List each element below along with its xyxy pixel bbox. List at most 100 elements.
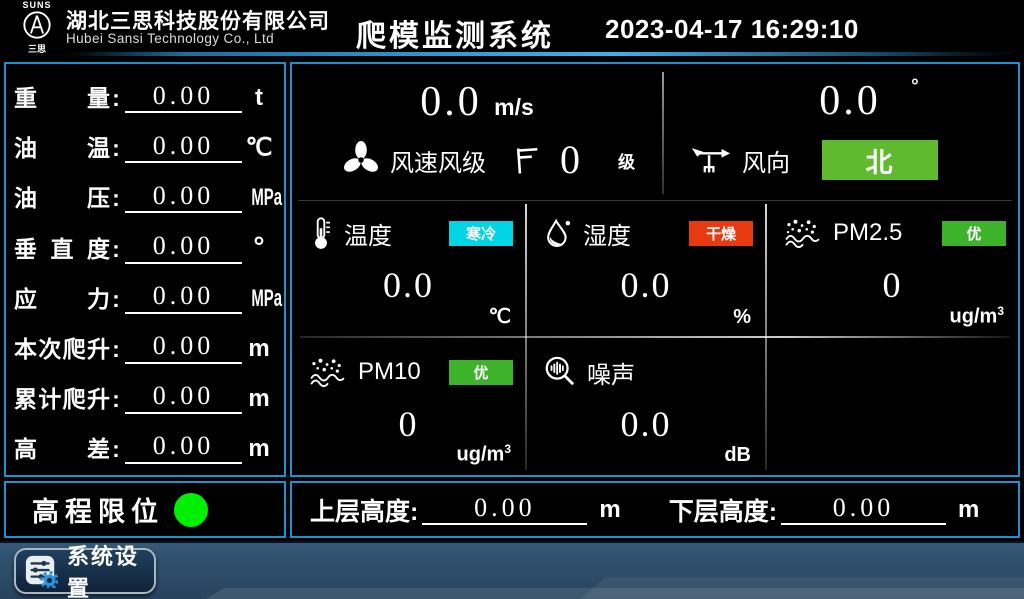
row-unit: MPa xyxy=(242,186,276,210)
taskbar: 系统设置 xyxy=(0,541,1024,599)
data-row-weight: 重量: 0.00 t xyxy=(14,68,276,118)
datetime-display: 2023-04-17 16:29:10 xyxy=(605,14,859,45)
sensor-cell-humidity: 湿度 干燥 0.0 % xyxy=(527,200,765,337)
row-unit: MPa xyxy=(242,287,276,311)
row-unit: m xyxy=(242,337,276,361)
wind-speed-label: 风速风级 xyxy=(390,143,486,178)
row-unit: ° xyxy=(242,233,276,261)
sensor-unit: dB xyxy=(724,444,751,467)
sensor-cell-empty xyxy=(767,339,1018,475)
logo-bottom-text: 三思 xyxy=(12,45,62,54)
row-unit: t xyxy=(242,86,276,110)
wind-direction-row: 风向 北 xyxy=(664,138,1024,182)
row-unit: ℃ xyxy=(242,136,276,160)
sensor-unit: ug/m3 xyxy=(457,442,511,467)
layer-height-box: 上层高度: 0.00 m 下层高度: 0.00 m xyxy=(290,481,1020,538)
environment-panel: 0.0 m/s 风速风级 xyxy=(290,62,1020,477)
wind-vane-icon xyxy=(690,142,732,178)
sensor-cell-noise: 噪声 0.0 dB xyxy=(527,339,765,475)
wind-speed-reading: 0.0 m/s xyxy=(292,78,662,126)
data-row-total-climb: 累计爬升: 0.00 m xyxy=(14,369,276,419)
status-badge: 优 xyxy=(942,221,1006,246)
dust-particles-icon xyxy=(308,357,348,387)
sensor-label: PM10 xyxy=(358,358,421,386)
header-divider xyxy=(70,52,1010,56)
water-drop-icon xyxy=(543,217,573,249)
data-row-height-diff: 高差: 0.00 m xyxy=(14,419,276,469)
sensor-label: PM2.5 xyxy=(833,219,902,247)
system-settings-button[interactable]: 系统设置 xyxy=(14,548,156,594)
data-row-current-climb: 本次爬升: 0.00 m xyxy=(14,319,276,369)
sensor-value: 0.0 xyxy=(292,264,525,306)
wind-flag-icon xyxy=(512,144,542,176)
taskbar-highlight xyxy=(190,588,1024,599)
elevation-limit-label: 高程限位 xyxy=(32,490,164,529)
logo-top-text: SUNS xyxy=(12,1,62,10)
row-label: 重量 xyxy=(14,87,110,110)
row-label: 油温 xyxy=(14,137,110,160)
sensor-cell-pm25: PM2.5 优 0 ug/m3 xyxy=(767,200,1018,337)
row-value: 0.00 xyxy=(125,232,242,264)
row-unit: m xyxy=(242,387,276,411)
noise-magnifier-icon xyxy=(543,355,577,389)
row-value: 0.00 xyxy=(125,332,242,364)
climbing-formwork-monitor-screen: SUNS 三思 湖北三思科技股份有限公司 Hubei Sansi Technol… xyxy=(0,0,1024,599)
wind-speed-cell: 0.0 m/s 风速风级 xyxy=(292,64,662,200)
row-label: 累计爬升 xyxy=(14,388,110,411)
lower-height-unit: m xyxy=(958,496,979,524)
data-row-oil-temp: 油温: 0.00 ℃ xyxy=(14,118,276,168)
row-value: 0.00 xyxy=(125,382,242,414)
wind-level-row: 风速风级 0 级 xyxy=(292,138,712,182)
status-badge: 寒冷 xyxy=(449,221,513,246)
company-logo-icon xyxy=(22,10,52,40)
hydraulic-data-panel: 重量: 0.00 t 油温: 0.00 ℃ 油压: 0.00 MPa 垂直度: … xyxy=(4,62,286,477)
data-row-stress: 应力: 0.00 MPa xyxy=(14,269,276,319)
sensor-label: 噪声 xyxy=(587,355,635,390)
wind-speed-value: 0.0 xyxy=(420,79,482,125)
row-value: 0.00 xyxy=(125,432,242,464)
lower-height-label: 下层高度: xyxy=(669,492,777,528)
sensor-value: 0.0 xyxy=(527,264,765,306)
row-label: 应力 xyxy=(14,288,110,311)
sensor-unit: % xyxy=(733,306,751,329)
data-row-verticality: 垂直度: 0.00 ° xyxy=(14,218,276,268)
thermometer-icon xyxy=(308,216,334,250)
wind-direction-button[interactable]: 北 xyxy=(822,140,938,180)
data-row-oil-pressure: 油压: 0.00 MPa xyxy=(14,168,276,218)
fan-icon xyxy=(342,141,380,179)
wind-level-value: 0 xyxy=(560,140,580,180)
wind-level-unit: 级 xyxy=(618,148,635,173)
row-value: 0.00 xyxy=(125,132,242,164)
company-name-en: Hubei Sansi Technology Co., Ltd xyxy=(66,31,274,46)
row-label: 垂直度 xyxy=(14,238,110,261)
sensor-unit: ug/m3 xyxy=(950,304,1004,329)
wind-direction-reading: 0.0 ° xyxy=(664,76,1018,125)
settings-button-label: 系统设置 xyxy=(67,539,154,599)
sensor-cell-temperature: 温度 寒冷 0.0 ℃ xyxy=(292,200,525,337)
row-label: 本次爬升 xyxy=(14,338,110,361)
wind-direction-unit: ° xyxy=(911,76,919,97)
wind-direction-cell: 0.0 ° 风向 北 xyxy=(664,64,1018,200)
sensor-cell-pm10: PM10 优 0 ug/m3 xyxy=(292,339,525,475)
status-circle xyxy=(174,493,208,527)
elevation-limit-box: 高程限位 xyxy=(4,481,286,538)
wind-speed-unit: m/s xyxy=(494,94,534,120)
row-unit: m xyxy=(242,437,276,461)
page-title: 爬模监测系统 xyxy=(356,11,554,55)
dust-particles-icon xyxy=(783,218,823,248)
status-badge: 干燥 xyxy=(689,221,753,246)
wind-direction-value: 0.0 xyxy=(819,78,881,124)
row-label: 高差 xyxy=(14,438,110,461)
row-value: 0.00 xyxy=(125,282,242,314)
header: SUNS 三思 湖北三思科技股份有限公司 Hubei Sansi Technol… xyxy=(0,0,1024,52)
wind-section: 0.0 m/s 风速风级 xyxy=(292,64,1018,200)
sensor-unit: ℃ xyxy=(489,304,511,329)
lower-height-value: 0.00 xyxy=(781,494,946,526)
row-value: 0.00 xyxy=(125,82,242,114)
upper-height-value: 0.00 xyxy=(422,494,587,526)
sliders-gear-icon xyxy=(24,554,58,588)
sensor-grid: 温度 寒冷 0.0 ℃ 湿度 干燥 xyxy=(292,200,1018,475)
sensor-value: 0 xyxy=(292,403,525,445)
status-badge: 优 xyxy=(449,360,513,385)
row-label: 油压 xyxy=(14,187,110,210)
